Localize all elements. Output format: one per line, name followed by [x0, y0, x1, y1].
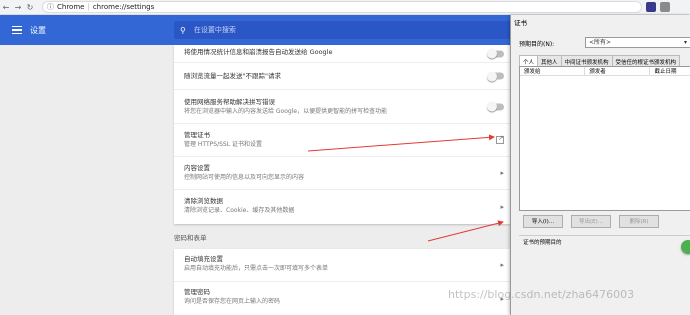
setting-title: 将使用情况统计信息和崩溃报告自动发送给 Google — [184, 48, 333, 56]
reload-icon[interactable]: ↻ — [24, 1, 36, 13]
import-button[interactable]: 导入(I)... — [523, 215, 563, 228]
setting-row-do-not-track[interactable]: 随浏览流量一起发送"不跟踪"请求 — [174, 63, 514, 90]
setting-title: 管理证书 — [184, 131, 210, 139]
address-bar[interactable]: ⓘ Chrome | chrome://settings — [42, 1, 642, 13]
chevron-right-icon: ▸ — [500, 169, 504, 177]
open-external-icon[interactable] — [496, 134, 504, 144]
setting-row-usage-stats[interactable]: 将使用情况统计信息和崩溃报告自动发送给 Google — [174, 45, 514, 63]
toggle-switch[interactable] — [487, 71, 504, 81]
page-title: 设置 — [30, 25, 46, 35]
setting-title: 内容设置 — [184, 164, 210, 172]
chevron-right-icon: ▸ — [500, 261, 504, 269]
list-header: 颁发给 颁发者 截止日期 — [520, 67, 690, 76]
setting-title: 使用网络服务帮助解决拼写错误 — [184, 98, 275, 106]
floating-widget-icon[interactable] — [681, 240, 690, 254]
export-button[interactable]: 导出(E)... — [571, 215, 611, 228]
search-icon: ⚲ — [180, 25, 186, 35]
setting-row-manage-certificates[interactable]: 管理证书 管理 HTTPS/SSL 证书和设置 — [174, 124, 514, 157]
certificate-list[interactable]: 颁发给 颁发者 截止日期 — [519, 66, 690, 211]
info-icon: ⓘ — [47, 3, 54, 11]
extension-icon[interactable] — [646, 2, 656, 12]
url-text: chrome://settings — [92, 3, 155, 11]
setting-desc: 启用自动填充功能后，只需点击一次即可填写多个表单 — [184, 265, 329, 272]
browser-toolbar: ← → ↻ ⓘ Chrome | chrome://settings — [0, 0, 690, 15]
setting-desc: 管理 HTTPS/SSL 证书和设置 — [184, 141, 262, 148]
groupbox-label: 证书的预期目的 — [523, 240, 562, 246]
url-separator: | — [87, 3, 90, 11]
dialog-title: 证书 — [514, 19, 527, 27]
search-placeholder: 在设置中搜索 — [193, 26, 236, 34]
certificate-dialog: 证书 预期目的(N): <所有> ▾ 个人 其他人 中间证书颁发机构 受信任的根… — [510, 15, 690, 315]
setting-desc: 清除浏览记录、Cookie、缓存及其他数据 — [184, 207, 295, 214]
column-issued-to[interactable]: 颁发给 — [520, 67, 586, 75]
passwords-card: 自动填充设置 启用自动填充功能后，只需点击一次即可填写多个表单 ▸ 管理密码 询… — [174, 249, 514, 315]
setting-desc: 控制网站可使用的信息以及可向您显示的内容 — [184, 174, 305, 181]
settings-search-input[interactable]: ⚲ 在设置中搜索 — [174, 21, 514, 39]
forward-arrow-icon[interactable]: → — [12, 1, 24, 13]
toggle-switch[interactable] — [487, 48, 504, 59]
setting-title: 清除浏览数据 — [184, 197, 223, 205]
toggle-switch[interactable] — [487, 101, 504, 112]
column-issued-by[interactable]: 颁发者 — [585, 67, 651, 75]
chevron-right-icon: ▸ — [500, 203, 504, 211]
setting-title: 随浏览流量一起发送"不跟踪"请求 — [184, 72, 281, 80]
privacy-card: 将使用情况统计信息和崩溃报告自动发送给 Google 随浏览流量一起发送"不跟踪… — [174, 45, 514, 224]
purpose-dropdown[interactable]: <所有> ▾ — [585, 37, 690, 48]
back-arrow-icon[interactable]: ← — [0, 1, 12, 13]
chevron-down-icon: ▾ — [683, 39, 687, 46]
extension-icon-2[interactable] — [660, 2, 670, 12]
chrome-label: Chrome — [57, 3, 85, 11]
dialog-buttons: 导入(I)... 导出(E)... 删除(R) — [523, 215, 659, 228]
setting-desc: 将您在浏览器中输入的内容发送给 Google，以便提供更智能的拼写检查功能 — [184, 108, 388, 115]
setting-row-autofill[interactable]: 自动填充设置 启用自动填充功能后，只需点击一次即可填写多个表单 ▸ — [174, 249, 514, 282]
setting-row-content-settings[interactable]: 内容设置 控制网站可使用的信息以及可向您显示的内容 ▸ — [174, 157, 514, 190]
setting-title: 自动填充设置 — [184, 255, 223, 263]
purpose-value: <所有> — [589, 39, 612, 46]
column-expiration[interactable]: 截止日期 — [650, 67, 690, 75]
menu-icon[interactable] — [12, 25, 22, 35]
purpose-label: 预期目的(N): — [519, 41, 555, 48]
setting-row-clear-browsing-data[interactable]: 清除浏览数据 清除浏览记录、Cookie、缓存及其他数据 ▸ — [174, 190, 514, 224]
remove-button[interactable]: 删除(R) — [619, 215, 659, 228]
purpose-groupbox: 证书的预期目的 — [519, 235, 690, 315]
watermark-text: https://blog.csdn.net/zha6476003 — [448, 288, 635, 301]
section-title-passwords: 密码和表单 — [174, 234, 207, 242]
setting-row-spellcheck[interactable]: 使用网络服务帮助解决拼写错误 将您在浏览器中输入的内容发送给 Google，以便… — [174, 90, 514, 124]
